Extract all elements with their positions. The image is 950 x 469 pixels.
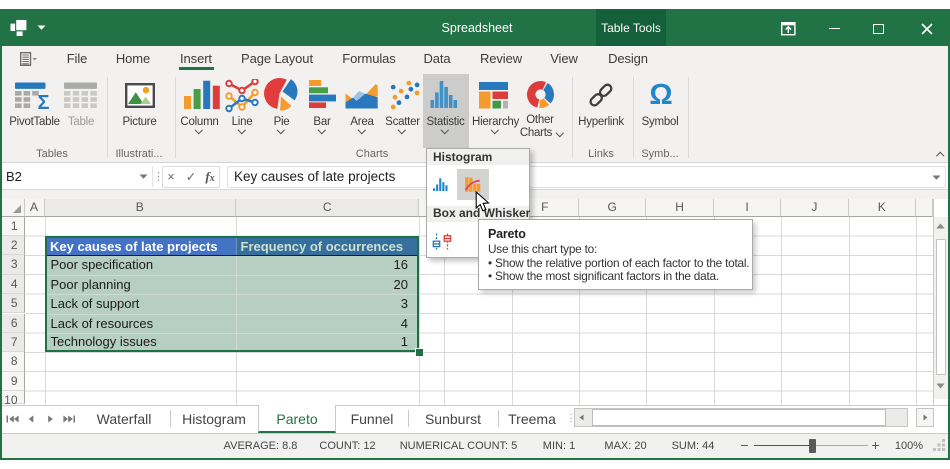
- svg-text:Ω: Ω: [649, 79, 672, 107]
- svg-text:Σ: Σ: [37, 92, 49, 110]
